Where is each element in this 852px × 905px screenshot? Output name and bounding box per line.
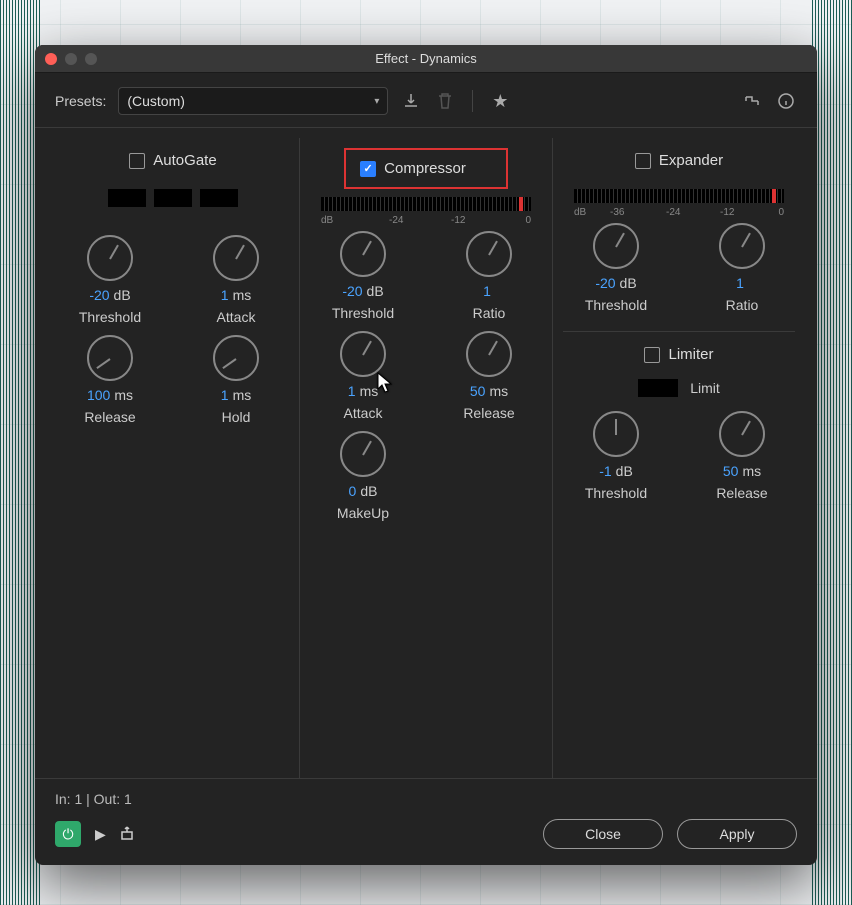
close-button[interactable]: Close [543, 819, 663, 849]
compressor-label: Compressor [384, 160, 466, 177]
io-channels-label: In: 1 | Out: 1 [55, 791, 797, 807]
expander-ratio-knob[interactable]: 1 Ratio [692, 223, 792, 313]
autogate-indicators [108, 189, 238, 211]
preset-value: (Custom) [127, 93, 185, 109]
presets-label: Presets: [55, 93, 106, 109]
limiter-limit-row: Limit [638, 379, 720, 397]
expander-header[interactable]: Expander [621, 148, 737, 173]
compressor-section: Compressor dB -24 -12 0 -20dB Threshold … [299, 138, 552, 778]
gate-led [200, 189, 238, 207]
autogate-threshold-knob[interactable]: -20dB Threshold [60, 235, 160, 325]
toolbar: Presets: (Custom) ▾ ★ [35, 73, 817, 128]
compressor-attack-knob[interactable]: 1ms Attack [313, 331, 413, 421]
autogate-hold-knob[interactable]: 1ms Hold [186, 335, 286, 425]
autogate-label: AutoGate [153, 152, 216, 169]
toolbar-separator [472, 90, 473, 112]
autogate-release-knob[interactable]: 100ms Release [60, 335, 160, 425]
limiter-label: Limiter [668, 346, 713, 363]
autogate-section: AutoGate -20dB Threshold 1ms Attack [47, 138, 299, 778]
routing-icon[interactable] [741, 90, 763, 112]
power-toggle[interactable]: ⏻ [55, 821, 81, 847]
compressor-checkbox[interactable] [360, 161, 376, 177]
gate-led [154, 189, 192, 207]
export-icon[interactable] [120, 825, 138, 844]
compressor-header[interactable]: Compressor [344, 148, 508, 189]
expander-label: Expander [659, 152, 723, 169]
play-icon[interactable]: ▶ [95, 826, 106, 843]
limiter-checkbox[interactable] [644, 347, 660, 363]
compressor-ratio-knob[interactable]: 1 Ratio [439, 231, 539, 321]
section-divider [563, 331, 795, 332]
limiter-release-knob[interactable]: 50ms Release [692, 411, 792, 501]
autogate-attack-knob[interactable]: 1ms Attack [186, 235, 286, 325]
autogate-header[interactable]: AutoGate [115, 148, 230, 173]
delete-preset-icon [434, 90, 456, 112]
window-title: Effect - Dynamics [375, 51, 477, 66]
expander-threshold-knob[interactable]: -20dB Threshold [566, 223, 666, 313]
window-controls [45, 53, 97, 65]
titlebar: Effect - Dynamics [35, 45, 817, 73]
limiter-threshold-knob[interactable]: -1dB Threshold [566, 411, 666, 501]
chevron-down-icon: ▾ [374, 96, 379, 107]
expander-meter [574, 189, 784, 203]
preset-dropdown[interactable]: (Custom) ▾ [118, 87, 388, 115]
expander-meter-scale: dB -36 -24 -12 0 [574, 203, 784, 223]
compressor-release-knob[interactable]: 50ms Release [439, 331, 539, 421]
gate-led [108, 189, 146, 207]
autogate-checkbox[interactable] [129, 153, 145, 169]
apply-button[interactable]: Apply [677, 819, 797, 849]
minimize-window-button[interactable] [65, 53, 77, 65]
zoom-window-button[interactable] [85, 53, 97, 65]
close-window-button[interactable] [45, 53, 57, 65]
expander-limiter-section: Expander dB -36 -24 -12 0 -20dB Threshol… [552, 138, 805, 778]
favorite-icon[interactable]: ★ [489, 90, 511, 112]
compressor-meter [321, 197, 531, 211]
expander-checkbox[interactable] [635, 153, 651, 169]
compressor-meter-scale: dB -24 -12 0 [321, 211, 531, 231]
footer: In: 1 | Out: 1 ⏻ ▶ Close Apply [35, 778, 817, 865]
save-preset-icon[interactable] [400, 90, 422, 112]
info-icon[interactable] [775, 90, 797, 112]
compressor-makeup-knob[interactable]: 0dB MakeUp [313, 431, 413, 521]
limiter-header[interactable]: Limiter [630, 342, 727, 367]
compressor-threshold-knob[interactable]: -20dB Threshold [313, 231, 413, 321]
content: AutoGate -20dB Threshold 1ms Attack [35, 128, 817, 778]
limiter-led [638, 379, 678, 397]
dynamics-window: Effect - Dynamics Presets: (Custom) ▾ ★ … [35, 45, 817, 865]
